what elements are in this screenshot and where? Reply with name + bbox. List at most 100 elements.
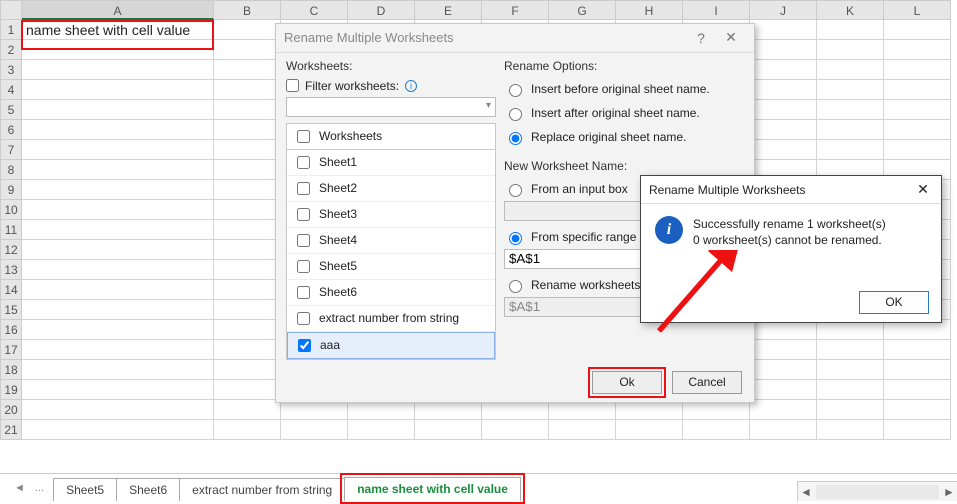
col-header-D[interactable]: D — [348, 0, 415, 20]
cell[interactable] — [214, 120, 281, 140]
cell[interactable] — [750, 60, 817, 80]
cell[interactable] — [884, 380, 951, 400]
cell[interactable] — [22, 60, 214, 80]
cell[interactable] — [214, 220, 281, 240]
col-header-H[interactable]: H — [616, 0, 683, 20]
row-header-20[interactable]: 20 — [0, 400, 22, 420]
cell[interactable] — [750, 380, 817, 400]
cell[interactable] — [214, 180, 281, 200]
cell[interactable] — [22, 240, 214, 260]
worksheet-list-row[interactable]: Sheet6 — [287, 280, 495, 306]
cell[interactable] — [22, 80, 214, 100]
cell[interactable] — [482, 400, 549, 420]
row-header-4[interactable]: 4 — [0, 80, 22, 100]
cell[interactable] — [214, 100, 281, 120]
worksheet-row-checkbox[interactable] — [297, 312, 310, 325]
cell[interactable] — [214, 300, 281, 320]
cell[interactable] — [817, 60, 884, 80]
cell[interactable] — [22, 340, 214, 360]
cell[interactable] — [22, 320, 214, 340]
ok-button[interactable]: Ok — [592, 371, 662, 394]
cell[interactable] — [214, 420, 281, 440]
cell[interactable] — [884, 120, 951, 140]
cell[interactable] — [214, 400, 281, 420]
row-header-8[interactable]: 8 — [0, 160, 22, 180]
msgbox-ok-button[interactable]: OK — [859, 291, 929, 314]
cell[interactable] — [549, 420, 616, 440]
select-all-corner[interactable] — [0, 0, 22, 20]
worksheet-row-checkbox[interactable] — [297, 208, 310, 221]
cell[interactable] — [214, 240, 281, 260]
row-header-17[interactable]: 17 — [0, 340, 22, 360]
worksheet-row-checkbox[interactable] — [297, 156, 310, 169]
cell[interactable] — [884, 320, 951, 340]
row-header-6[interactable]: 6 — [0, 120, 22, 140]
cell[interactable] — [415, 420, 482, 440]
msgbox-titlebar[interactable]: Rename Multiple Worksheets ✕ — [641, 176, 941, 204]
cell[interactable] — [281, 420, 348, 440]
row-header-9[interactable]: 9 — [0, 180, 22, 200]
opt-after-radio[interactable] — [509, 108, 522, 121]
cell[interactable] — [22, 280, 214, 300]
row-header-7[interactable]: 7 — [0, 140, 22, 160]
info-icon[interactable]: i — [405, 80, 417, 92]
row-header-1[interactable]: 1 — [0, 20, 22, 40]
cell[interactable] — [415, 400, 482, 420]
cell[interactable] — [214, 80, 281, 100]
cell[interactable] — [214, 260, 281, 280]
cell[interactable] — [616, 400, 683, 420]
cell[interactable] — [817, 20, 884, 40]
help-button[interactable]: ? — [686, 30, 716, 46]
row-header-11[interactable]: 11 — [0, 220, 22, 240]
tab-nav-more-icon[interactable]: ... — [31, 482, 48, 494]
sheet-tab[interactable]: Sheet6 — [116, 478, 180, 501]
cell[interactable] — [683, 400, 750, 420]
cell[interactable] — [549, 400, 616, 420]
row-header-16[interactable]: 16 — [0, 320, 22, 340]
cell[interactable] — [22, 360, 214, 380]
cell[interactable] — [817, 400, 884, 420]
cell[interactable] — [214, 280, 281, 300]
cell[interactable] — [750, 40, 817, 60]
cell[interactable] — [817, 80, 884, 100]
cell[interactable] — [750, 100, 817, 120]
cell[interactable] — [214, 40, 281, 60]
cell[interactable] — [750, 140, 817, 160]
col-header-B[interactable]: B — [214, 0, 281, 20]
cell[interactable] — [884, 100, 951, 120]
cell[interactable] — [750, 20, 817, 40]
cell[interactable] — [616, 420, 683, 440]
cell[interactable] — [750, 400, 817, 420]
cancel-button[interactable]: Cancel — [672, 371, 742, 394]
row-header-3[interactable]: 3 — [0, 60, 22, 80]
sheet-tab[interactable]: Sheet5 — [53, 478, 117, 501]
worksheet-row-checkbox[interactable] — [297, 286, 310, 299]
cell[interactable] — [482, 420, 549, 440]
cell[interactable] — [884, 400, 951, 420]
tab-nav-prev-icon[interactable]: ◄ — [10, 482, 29, 494]
opt-before-radio[interactable] — [509, 84, 522, 97]
worksheet-row-checkbox[interactable] — [297, 182, 310, 195]
scroll-left-icon[interactable]: ◄ — [798, 485, 814, 499]
worksheet-list-row[interactable]: Sheet5 — [287, 254, 495, 280]
cell[interactable] — [750, 420, 817, 440]
worksheet-list[interactable]: Worksheets Sheet1Sheet2Sheet3Sheet4Sheet… — [286, 123, 496, 360]
col-header-L[interactable]: L — [884, 0, 951, 20]
cell[interactable] — [750, 360, 817, 380]
col-header-A[interactable]: A — [22, 0, 214, 20]
cell[interactable] — [884, 340, 951, 360]
cell[interactable] — [22, 40, 214, 60]
worksheet-row-checkbox[interactable] — [297, 260, 310, 273]
cell[interactable] — [22, 400, 214, 420]
opt-replace-radio[interactable] — [509, 132, 522, 145]
worksheet-row-checkbox[interactable] — [297, 234, 310, 247]
worksheet-list-row[interactable]: Sheet1 — [287, 150, 495, 176]
cell[interactable] — [817, 320, 884, 340]
cell[interactable] — [214, 380, 281, 400]
row-header-18[interactable]: 18 — [0, 360, 22, 380]
cell[interactable] — [884, 40, 951, 60]
col-header-E[interactable]: E — [415, 0, 482, 20]
row-header-10[interactable]: 10 — [0, 200, 22, 220]
cell[interactable] — [817, 420, 884, 440]
opt-replace[interactable]: Replace original sheet name. — [504, 129, 744, 145]
